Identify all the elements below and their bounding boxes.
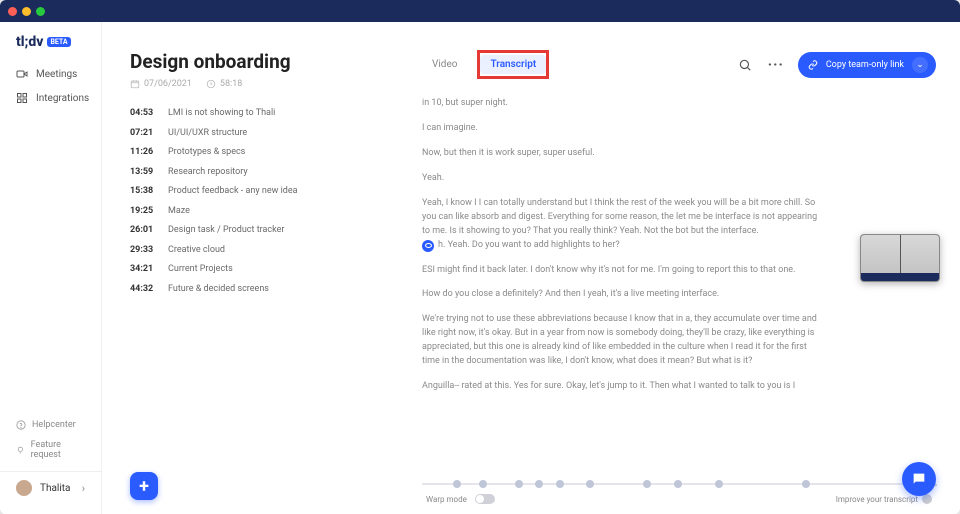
chat-icon [911, 471, 927, 487]
search-icon [738, 58, 752, 72]
video-icon [16, 68, 28, 80]
sidebar-item-integrations[interactable]: Integrations [0, 86, 101, 110]
link-icon [808, 60, 818, 70]
transcript-line[interactable]: Now, but then it is work super, super us… [422, 147, 822, 161]
clock-icon [206, 79, 216, 89]
marker-row[interactable]: 19:25Maze [130, 205, 362, 219]
window-close-dot[interactable] [8, 7, 17, 16]
sidebar: tl;dv BETA Meetings Integrations Helpcen… [0, 22, 102, 514]
meta-date: 07/06/2021 [130, 79, 192, 89]
transcript-block[interactable]: Yeah, I know I I can totally understand … [422, 197, 846, 253]
pip-video[interactable] [860, 234, 940, 282]
marker-row[interactable]: 34:21Current Projects [130, 263, 362, 277]
improve-transcript-link[interactable]: Improve your transcript [836, 495, 918, 504]
copy-link-button[interactable]: Copy team-only link ⌄ [798, 52, 936, 78]
markers-list: 04:53LMI is not showing to Thali 07:21UI… [130, 107, 362, 296]
feature-request-label: Feature request [31, 440, 85, 460]
timeline-marker[interactable] [715, 480, 723, 488]
timeline-marker[interactable] [802, 480, 810, 488]
timeline-marker[interactable] [515, 480, 523, 488]
transcript-body: in 10, but super night. I can imagine. N… [422, 97, 936, 472]
transcript-line[interactable]: I can imagine. [422, 122, 822, 136]
page-meta: 07/06/2021 58:18 [130, 79, 362, 89]
brand-name: tl;dv [16, 34, 43, 50]
window-max-dot[interactable] [36, 7, 45, 16]
user-name: Thalita [40, 483, 71, 494]
add-marker-button[interactable]: + [130, 472, 158, 500]
window-titlebar [0, 0, 960, 22]
warp-mode-toggle[interactable] [475, 494, 495, 504]
sidebar-item-label: Meetings [36, 69, 77, 80]
user-menu[interactable]: Thalita › [0, 471, 101, 500]
marker-row[interactable]: 15:38Product feedback - any new idea [130, 185, 362, 199]
marker-row[interactable]: 13:59Research repository [130, 166, 362, 180]
marker-row[interactable]: 04:53LMI is not showing to Thali [130, 107, 362, 121]
helpcenter-link[interactable]: Helpcenter [0, 415, 101, 435]
chevron-right-icon: › [82, 482, 85, 495]
avatar [16, 480, 32, 496]
transcript-block[interactable]: Anguilla-- rated at this. Yes for sure. … [422, 380, 822, 394]
transcript-block[interactable]: We're trying not to use these abbreviati… [422, 313, 822, 369]
timeline-marker[interactable] [674, 480, 682, 488]
marker-row[interactable]: 11:26Prototypes & specs [130, 146, 362, 160]
tab-video[interactable]: Video [422, 55, 467, 74]
warp-mode-label: Warp mode [426, 495, 467, 504]
transcript-block[interactable]: How do you close a definitely? And then … [422, 288, 822, 302]
grid-icon [16, 92, 28, 104]
bulb-icon [922, 494, 932, 504]
page-title: Design onboarding [130, 50, 362, 73]
marker-row[interactable]: 29:33Creative cloud [130, 244, 362, 258]
timeline-marker[interactable] [453, 480, 461, 488]
dots-icon: ··· [768, 57, 784, 73]
timeline-track[interactable]: ⋯ [422, 480, 936, 488]
transcript-line[interactable]: in 10, but super night. [422, 97, 822, 111]
bulb-icon [16, 445, 25, 455]
sidebar-item-meetings[interactable]: Meetings [0, 62, 101, 86]
marker-row[interactable]: 07:21UI/UI/UXR structure [130, 127, 362, 141]
help-icon [16, 420, 26, 430]
tab-transcript[interactable]: Transcript [480, 55, 546, 74]
brand-logo: tl;dv BETA [0, 34, 101, 62]
timeline-marker[interactable] [535, 480, 543, 488]
transcript-line[interactable]: Yeah. [422, 172, 822, 186]
marker-row[interactable]: 44:32Future & decided screens [130, 283, 362, 297]
meta-duration: 58:18 [206, 79, 242, 89]
feature-request-link[interactable]: Feature request [0, 435, 101, 465]
chevron-down-icon[interactable]: ⌄ [912, 57, 928, 73]
marker-row[interactable]: 26:01Design task / Product tracker [130, 224, 362, 238]
more-menu-button[interactable]: ··· [764, 57, 788, 73]
main-header: Video Transcript ··· Copy team-only link… [422, 50, 936, 79]
timeline-marker[interactable] [643, 480, 651, 488]
highlight-annotation: Transcript [477, 50, 549, 79]
brand-beta-badge: BETA [47, 37, 70, 47]
main-panel: Video Transcript ··· Copy team-only link… [382, 22, 960, 514]
sidebar-item-label: Integrations [36, 93, 89, 104]
search-button[interactable] [736, 56, 754, 74]
transcript-block[interactable]: ESI might find it back later. I don't kn… [422, 264, 822, 278]
transcript-footer: Warp mode Improve your transcript [422, 488, 936, 504]
timeline-marker[interactable] [586, 480, 594, 488]
chat-fab[interactable] [902, 462, 936, 496]
markers-panel: Design onboarding 07/06/2021 58:18 04:53… [102, 22, 382, 514]
pip-controls[interactable] [861, 273, 939, 281]
timeline-marker[interactable] [556, 480, 564, 488]
window-min-dot[interactable] [22, 7, 31, 16]
calendar-icon [130, 79, 140, 89]
helpcenter-label: Helpcenter [32, 420, 76, 430]
eye-icon[interactable] [422, 240, 434, 252]
copy-link-label: Copy team-only link [826, 60, 904, 70]
timeline-marker[interactable] [479, 480, 487, 488]
